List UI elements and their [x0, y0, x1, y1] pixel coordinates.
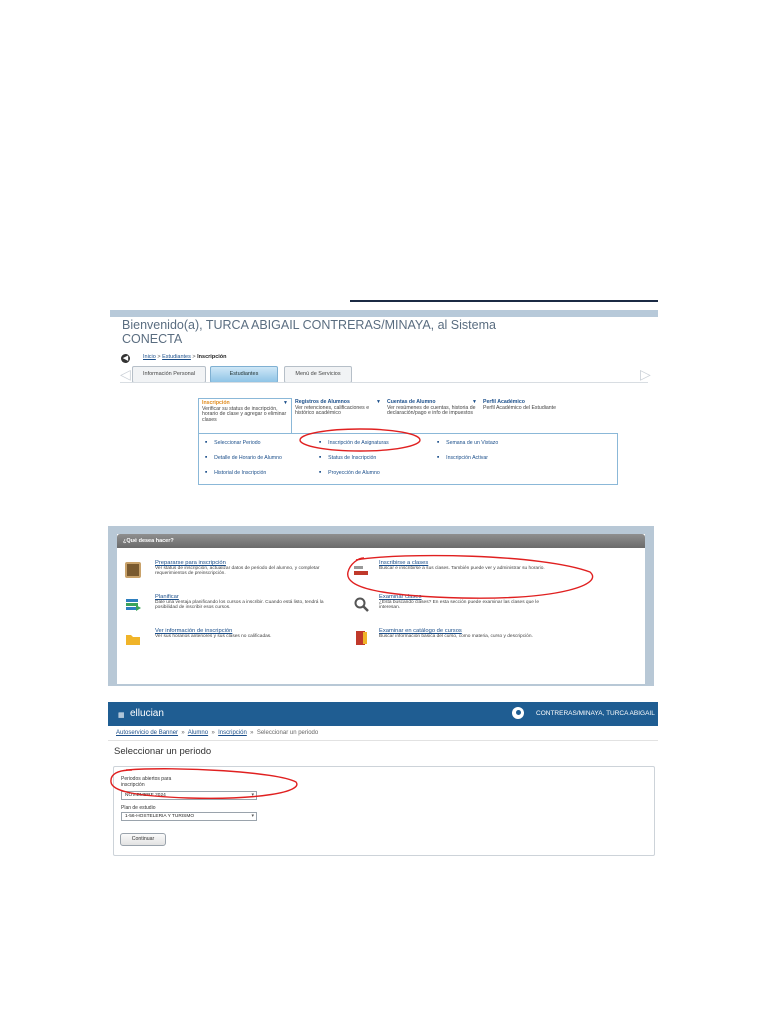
option-browse-classes: Examinar clases ¿Está buscando clases? E… — [379, 594, 555, 611]
breadcrumb-students[interactable]: Estudiantes — [162, 354, 191, 360]
list-icon — [125, 596, 141, 612]
chevron-down-icon: ▾ — [251, 792, 254, 798]
page-title: Seleccionar un periodo — [114, 746, 212, 757]
breadcrumb-separator: » — [211, 730, 215, 736]
term-select[interactable]: NOVIEMBRE 2024 ▾ — [121, 791, 257, 800]
ellucian-topbar: ▦ ellucian CONTRERAS/MINAYA, TURCA ABIGA… — [108, 702, 658, 726]
continue-button[interactable]: Continuar — [120, 833, 166, 846]
submenu-item[interactable]: Inscripción Activar — [437, 455, 488, 461]
breadcrumb-separator: » — [250, 730, 254, 736]
menu-cuentas-alumno[interactable]: Cuentas de Alumno Ver resúmenes de cuent… — [384, 398, 480, 434]
menu-registros-alumnos[interactable]: Registros de Alumnos Ver retenciones, ca… — [292, 398, 384, 434]
menu-desc: Perfil Académico del Estudiante — [483, 404, 556, 411]
breadcrumb-separator: > — [192, 354, 196, 360]
registration-options-panel: ¿Qué desea hacer? Prepararse para inscri… — [108, 526, 654, 686]
folder-icon — [125, 630, 141, 646]
submenu-item[interactable]: Inscripción de Asignaturas — [319, 440, 389, 446]
option-desc: Ver sus horarios anteriores y sus clases… — [155, 634, 272, 639]
breadcrumb-home[interactable]: Inicio — [143, 354, 156, 360]
submenu-box: Seleccionar Periodo Inscripción de Asign… — [198, 433, 618, 485]
top-rule — [350, 300, 658, 302]
option-plan: Planificar Dale una ventaja planificando… — [155, 594, 339, 611]
header-bar — [110, 310, 658, 317]
breadcrumb-alumno[interactable]: Alumno — [188, 730, 208, 736]
breadcrumb-separator: > — [157, 354, 161, 360]
option-desc: Ver status de inscripción, actualizar da… — [155, 566, 320, 577]
submenu-item[interactable]: Status de Inscripción — [319, 455, 376, 461]
term-form: Periodos abiertos para inscripción NOVIE… — [113, 766, 655, 856]
breadcrumb: Autoservicio de Banner » Alumno » Inscri… — [116, 730, 318, 736]
term-label-line2: inscripción — [121, 781, 145, 788]
option-view-info: Ver información de inscripción Ver sus h… — [155, 628, 339, 639]
option-course-catalog: Examinar en catálogo de cursos Buscar in… — [379, 628, 555, 639]
option-desc: ¿Está buscando clases? En esta sección p… — [379, 600, 539, 611]
submenu-item[interactable]: Seleccionar Periodo — [205, 440, 260, 446]
option-desc: Buscar e inscribirse a sus clases. Tambi… — [379, 566, 545, 571]
breadcrumb-inscripcion[interactable]: Inscripción — [218, 730, 247, 736]
submenu-item[interactable]: Historial de Inscripción — [205, 470, 266, 476]
tab-menu-servicios[interactable]: Menú de Servicios — [284, 366, 352, 383]
scroll-left-icon[interactable]: ◁ — [120, 366, 131, 383]
tab-informacion-personal[interactable]: Información Personal — [132, 366, 206, 383]
pencil-icon — [353, 562, 369, 578]
welcome-title: Bienvenido(a), TURCA ABIGAIL CONTRERAS/M… — [122, 318, 496, 346]
menu-desc: Ver resúmenes de cuentas, historia de de… — [387, 404, 476, 417]
plan-select-value: 1-56-HOSTELERIA Y TURISMO — [125, 814, 195, 819]
breadcrumb-current: Seleccionar un periodo — [256, 730, 319, 736]
menu-desc: Verificar su status de inscripción, hora… — [202, 405, 287, 423]
user-avatar-icon[interactable] — [512, 707, 524, 719]
option-desc: Dale una ventaja planificando los cursos… — [155, 600, 324, 611]
breadcrumb: Inicio > Estudiantes > Inscripción — [143, 354, 227, 360]
plan-label: Plan de estudio — [121, 805, 156, 811]
back-icon[interactable]: ◀ — [121, 354, 130, 363]
dropdown-icon: ▼ — [472, 399, 477, 405]
term-label: Periodos abiertos para inscripción — [121, 776, 171, 788]
submenu-item[interactable]: Detalle de Horario de Alumno — [205, 455, 282, 461]
breadcrumb-separator: » — [181, 730, 185, 736]
option-enroll-classes: Inscribirse a clases Buscar e inscribirs… — [379, 560, 555, 571]
scroll-right-icon[interactable]: ▷ — [640, 366, 651, 383]
dropdown-icon: ▼ — [283, 400, 288, 406]
tab-underline — [120, 382, 648, 383]
magnifier-icon — [353, 596, 369, 612]
chevron-down-icon: ▾ — [251, 813, 254, 819]
brand-logo: ellucian — [130, 708, 164, 719]
options-card: ¿Qué desea hacer? Prepararse para inscri… — [117, 534, 645, 684]
dropdown-icon: ▼ — [376, 399, 381, 405]
plan-select[interactable]: 1-56-HOSTELERIA Y TURISMO ▾ — [121, 812, 257, 821]
clipboard-icon — [125, 562, 141, 578]
user-name[interactable]: CONTRERAS/MINAYA, TURCA ABIGAIL — [536, 710, 655, 717]
submenu-item[interactable]: Semana de un Vistazo — [437, 440, 498, 446]
tab-estudiantes[interactable]: Estudiantes — [210, 366, 278, 383]
options-header: ¿Qué desea hacer? — [117, 534, 645, 548]
menu-desc: Ver retenciones, calificaciones e histór… — [295, 404, 370, 417]
divider — [108, 740, 658, 741]
breadcrumb-banner[interactable]: Autoservicio de Banner — [116, 730, 178, 736]
menu-inscripcion[interactable]: Inscripción Verificar su status de inscr… — [198, 398, 292, 434]
select-term-panel: ▦ ellucian CONTRERAS/MINAYA, TURCA ABIGA… — [108, 702, 658, 856]
book-icon — [353, 630, 369, 646]
banner-main-menu-panel: Bienvenido(a), TURCA ABIGAIL CONTRERAS/M… — [110, 300, 658, 510]
menu-perfil-academico[interactable]: Perfil Académico Perfil Académico del Es… — [480, 398, 576, 434]
app-grid-icon[interactable]: ▦ — [118, 711, 125, 719]
submenu-item[interactable]: Proyección de Alumno — [319, 470, 380, 476]
term-select-value: NOVIEMBRE 2024 — [125, 793, 166, 798]
option-prepare: Prepararse para inscripción Ver status d… — [155, 560, 339, 577]
option-desc: Buscar información básica del curso, com… — [379, 634, 533, 639]
breadcrumb-current: Inscripción — [197, 354, 227, 360]
